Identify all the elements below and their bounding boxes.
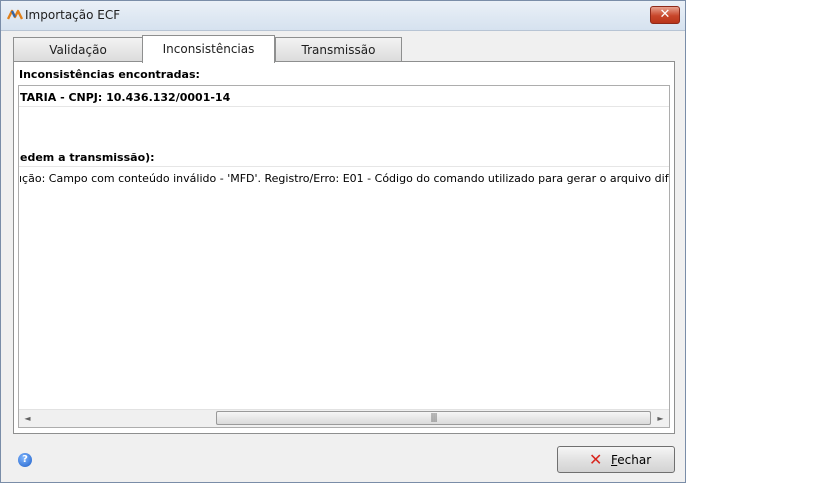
scroll-thumb[interactable]: ||| [216, 411, 651, 425]
section-label: Inconsistências encontradas: [19, 68, 200, 81]
window-title: Importação ECF [25, 8, 121, 22]
tab-label: Validação [49, 43, 107, 57]
title-bar[interactable]: Importação ECF ✕ [1, 1, 685, 31]
list-item[interactable]: edem a transmissão): [20, 151, 155, 164]
close-icon: ✕ [659, 7, 671, 22]
fechar-text: echar [617, 453, 652, 467]
scroll-grip-icon: ||| [430, 413, 437, 423]
fechar-button[interactable]: ✕ Fechar [557, 446, 675, 473]
row-divider [19, 106, 669, 107]
close-x-icon: ✕ [589, 450, 603, 469]
tab-label: Inconsistências [162, 42, 255, 56]
scroll-left-icon[interactable]: ◄ [19, 410, 36, 427]
tab-label: Transmissão [301, 43, 376, 57]
inconsistencias-panel: Inconsistências encontradas: TARIA - CNP… [13, 61, 675, 434]
horizontal-scrollbar[interactable]: ◄ ||| ► [19, 409, 669, 427]
tab-validacao[interactable]: Validação [13, 37, 143, 61]
help-icon[interactable]: ? [18, 453, 32, 467]
window-close-button[interactable]: ✕ [650, 6, 680, 24]
row-divider [19, 166, 669, 167]
inconsistencias-list[interactable]: TARIA - CNPJ: 10.436.132/0001-14 edem a … [18, 85, 670, 428]
scroll-right-icon[interactable]: ► [652, 410, 669, 427]
tab-inconsistencias[interactable]: Inconsistências [142, 35, 275, 63]
importacao-ecf-window: Importação ECF ✕ Validação Inconsistênci… [0, 0, 686, 483]
fechar-label: Fechar [611, 453, 651, 467]
app-logo-icon [7, 9, 23, 20]
tab-transmissao[interactable]: Transmissão [275, 37, 402, 61]
list-item[interactable]: TARIA - CNPJ: 10.436.132/0001-14 [20, 91, 230, 104]
list-item[interactable]: ıção: Campo com conteúdo inválido - 'MFD… [19, 172, 669, 185]
